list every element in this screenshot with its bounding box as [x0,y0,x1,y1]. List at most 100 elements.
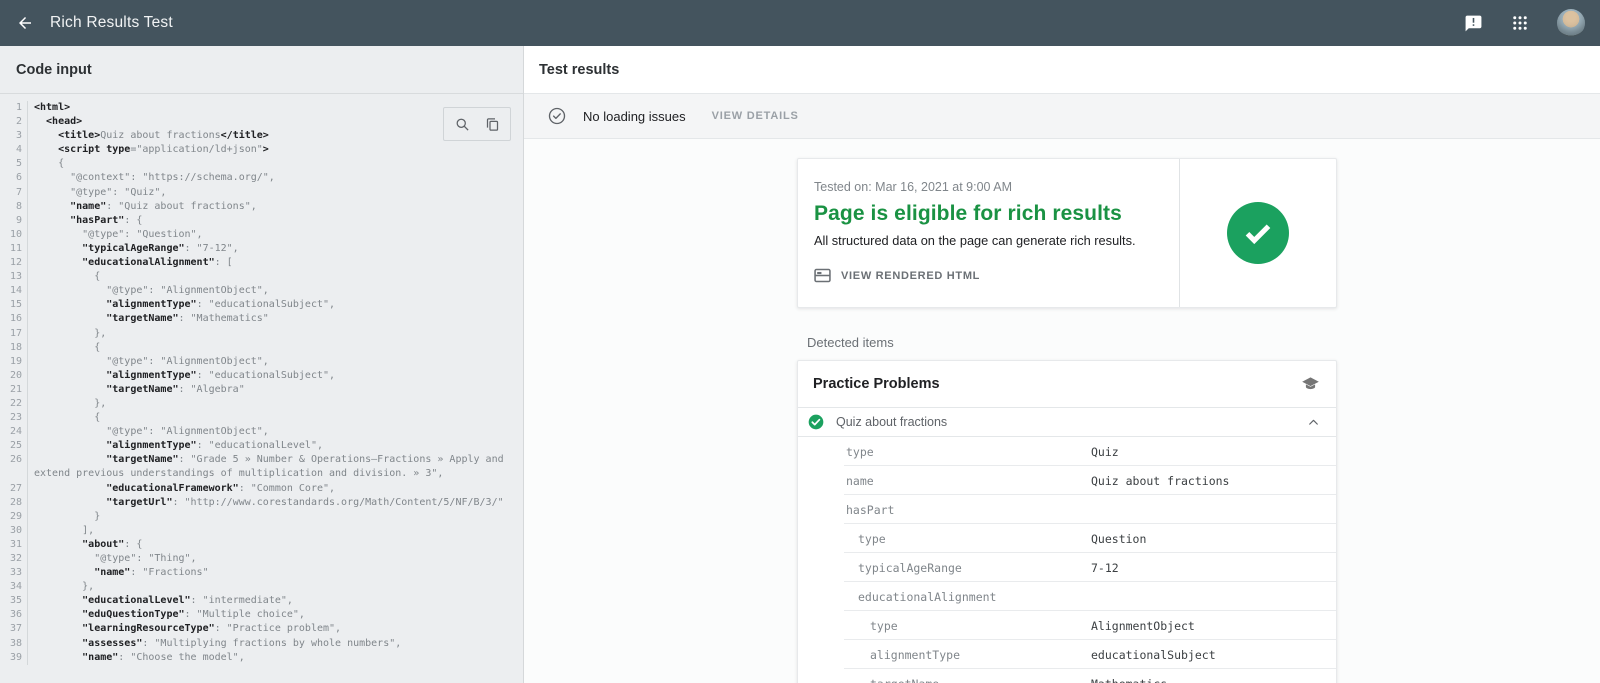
apps-grid-button[interactable] [1511,14,1529,32]
line-number: 26 [0,453,28,467]
line-number: 28 [0,496,28,510]
line-number: 8 [0,200,28,214]
code-editor[interactable]: 1<html>2 <head>3 <title>Quiz about fract… [0,94,523,683]
detected-item-name: Quiz about fractions [836,415,1307,429]
loading-status-text: No loading issues [583,109,686,124]
chevron-up-icon[interactable] [1307,416,1320,429]
attribute-key: hasPart [798,503,894,517]
code-lines: 1<html>2 <head>3 <title>Quiz about fract… [0,94,523,665]
item-valid-check-icon [808,414,824,430]
line-number: 31 [0,538,28,552]
web-asset-icon [814,268,831,283]
line-number: 3 [0,129,28,143]
code-text: "alignmentType": "educationalLevel", [28,439,323,453]
code-text: "@context": "https://schema.org/", [28,171,275,185]
line-number: 13 [0,270,28,284]
test-results-panel: Test results No loading issues VIEW DETA… [524,46,1600,683]
line-number: 16 [0,312,28,326]
code-text: "typicalAgeRange": "7-12", [28,242,239,256]
view-details-button[interactable]: VIEW DETAILS [712,110,799,122]
attribute-key: name [798,474,874,488]
code-text: "name": "Quiz about fractions", [28,200,257,214]
code-line: 5 { [0,157,523,171]
apps-grid-icon [1511,14,1529,32]
code-text: "eduQuestionType": "Multiple choice", [28,608,305,622]
code-line: 10 "@type": "Question", [0,228,523,242]
code-line: 25 "alignmentType": "educationalLevel", [0,439,523,453]
view-rendered-html-button[interactable]: VIEW RENDERED HTML [814,268,1159,283]
code-line: 4 <script type="application/ld+json"> [0,143,523,157]
code-text: "targetName": "Algebra" [28,383,245,397]
line-number: 36 [0,608,28,622]
attribute-value: Mathematics [1091,677,1167,683]
line-number: 2 [0,115,28,129]
feedback-button[interactable] [1464,14,1483,33]
code-line: 26 "targetName": "Grade 5 » Number & Ope… [0,453,523,467]
code-line: 19 "@type": "AlignmentObject", [0,355,523,369]
code-text: { [28,270,100,284]
line-number: 4 [0,143,28,157]
result-status-section [1179,159,1336,307]
code-line: 37 "learningResourceType": "Practice pro… [0,622,523,636]
test-results-title: Test results [539,62,619,78]
attribute-key: targetName [798,677,939,683]
attribute-row: targetName Mathematics [798,669,1336,683]
code-line: 11 "typicalAgeRange": "7-12", [0,242,523,256]
success-check-icon [1227,202,1289,264]
code-line: 15 "alignmentType": "educationalSubject"… [0,298,523,312]
code-text: extend previous understandings of multip… [28,467,443,481]
loading-status-row: No loading issues VIEW DETAILS [524,94,1600,139]
code-text: "@type": "AlignmentObject", [28,284,269,298]
code-line: 21 "targetName": "Algebra" [0,383,523,397]
code-toolbar [443,107,511,141]
attribute-key: type [798,532,886,546]
code-line: 7 "@type": "Quiz", [0,186,523,200]
code-line: 28 "targetUrl": "http://www.corestandard… [0,496,523,510]
attribute-row: educationalAlignment [798,582,1336,611]
code-text: "@type": "AlignmentObject", [28,355,269,369]
detected-item-row[interactable]: Quiz about fractions [798,408,1336,437]
code-text: "name": "Fractions" [28,566,209,580]
line-number: 10 [0,228,28,242]
detected-items-label: Detected items [807,335,1600,350]
attribute-key: typicalAgeRange [798,561,962,575]
code-line: 16 "targetName": "Mathematics" [0,312,523,326]
code-text: <title>Quiz about fractions</title> [28,129,269,143]
search-button[interactable] [455,117,470,132]
code-text: "name": "Choose the model", [28,651,245,665]
line-number: 25 [0,439,28,453]
attribute-value: 7-12 [1091,561,1119,575]
line-number: 12 [0,256,28,270]
code-line: 6 "@context": "https://schema.org/", [0,171,523,185]
code-text: { [28,157,64,171]
attribute-row: typeQuiz [798,437,1336,466]
code-text: "educationalLevel": "intermediate", [28,594,293,608]
line-number: 24 [0,425,28,439]
code-text: "targetUrl": "http://www.corestandards.o… [28,496,504,510]
copy-button[interactable] [485,117,500,132]
code-text: { [28,341,100,355]
feedback-icon [1464,14,1483,33]
code-text: { [28,411,100,425]
main-split: Code input 1<html>2 <head>3 <title [0,46,1600,683]
avatar[interactable] [1557,9,1585,37]
line-number: 21 [0,383,28,397]
line-number: 17 [0,327,28,341]
code-line: 39 "name": "Choose the model", [0,651,523,665]
code-line: 13 { [0,270,523,284]
attribute-value: Quiz about fractions [1091,474,1229,488]
view-rendered-html-label: VIEW RENDERED HTML [841,270,980,282]
detected-card-title: Practice Problems [813,376,1301,392]
code-line: 31 "about": { [0,538,523,552]
app-title: Rich Results Test [50,14,173,32]
code-line: 18 { [0,341,523,355]
back-button[interactable] [0,0,50,46]
code-line: 33 "name": "Fractions" [0,566,523,580]
attribute-row: type Question [798,524,1336,553]
attribute-row: name Quiz about fractions [798,466,1336,495]
code-text: <html> [28,101,70,115]
attribute-value: Question [1091,532,1146,546]
attribute-key: type [798,445,874,459]
code-text: "assesses": "Multiplying fractions by wh… [28,637,401,651]
code-text: "@type": "Quiz", [28,186,166,200]
